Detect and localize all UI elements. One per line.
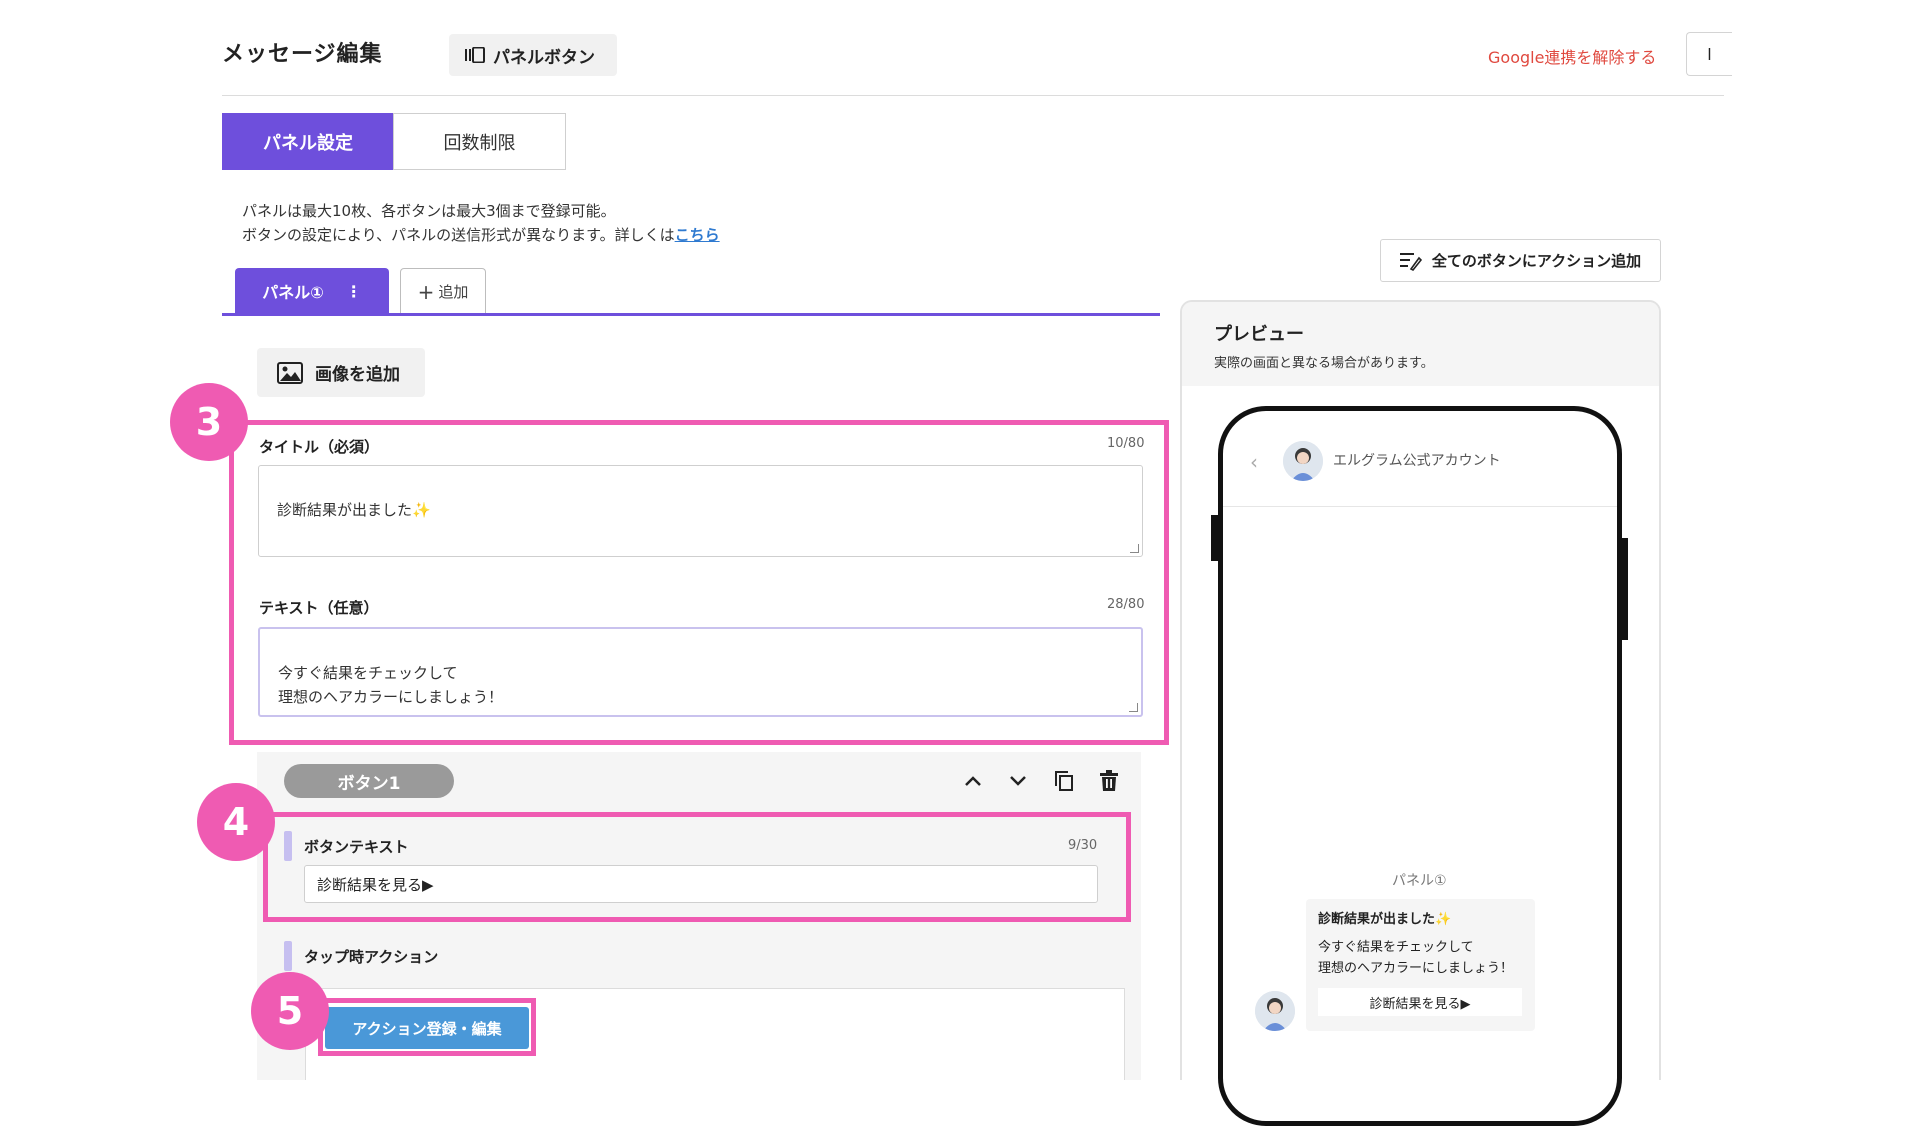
title-input-value: 診断結果が出ました (277, 501, 413, 519)
step-marker-3: 3 (170, 383, 248, 461)
step-marker-5: 5 (251, 972, 329, 1050)
text-field-counter: 28/80 (1107, 597, 1145, 612)
preview-subtitle: 実際の画面と異なる場合があります。 (1214, 356, 1434, 371)
note-line-2: ボタンの設定により、パネルの送信形式が異なります。詳しくはこちら (242, 223, 720, 247)
list-edit-icon (1399, 252, 1422, 271)
preview-bubble-text: 今すぐ結果をチェックして 理想のヘアカラーにしましょう！ (1318, 940, 1514, 976)
title-field-label: タイトル（必須） (259, 438, 380, 456)
add-panel-label: 追加 (438, 283, 469, 301)
panel-tab-label: パネル① (262, 283, 324, 302)
preview-bubble-title-text: 診断結果が出ました (1318, 912, 1436, 927)
panel-button-type-tag: パネルボタン (449, 34, 617, 76)
note-line-2-text: ボタンの設定により、パネルの送信形式が異なります。詳しくは (242, 226, 675, 244)
kebab-menu-icon[interactable]: ⋮ (346, 282, 362, 301)
sparkles-icon: ✨ (412, 501, 431, 519)
section-accent-bar (284, 831, 292, 861)
image-icon (277, 361, 303, 384)
header-action-button[interactable]: l (1686, 32, 1732, 76)
text-field-label: テキスト（任意） (259, 599, 379, 617)
message-avatar (1255, 991, 1295, 1031)
title-field-counter: 10/80 (1107, 436, 1145, 451)
action-register-button[interactable]: アクション登録・編集 (325, 1007, 529, 1049)
button-text-label: ボタンテキスト (304, 838, 409, 856)
plus-icon: + (417, 279, 435, 304)
resize-handle[interactable] (1130, 544, 1139, 553)
button-1-pill: ボタン1 (284, 764, 454, 798)
title-input[interactable]: 診断結果が出ました✨ (258, 465, 1143, 557)
preview-title: プレビュー (1214, 324, 1304, 345)
tap-action-label: タップ時アクション (304, 948, 439, 966)
header-divider (222, 95, 1724, 96)
panel-icon (465, 47, 485, 63)
tab-count-limit[interactable]: 回数制限 (393, 113, 566, 170)
sparkles-icon: ✨ (1435, 912, 1452, 927)
panel-tab-1[interactable]: パネル① ⋮ (235, 268, 389, 314)
section-accent-bar (284, 941, 292, 971)
move-down-icon[interactable] (1003, 766, 1033, 796)
preview-bubble-title: 診断結果が出ました✨ (1318, 908, 1451, 927)
account-avatar (1283, 441, 1323, 481)
google-unlink-link[interactable]: Google連携を解除する (1488, 44, 1656, 68)
text-input[interactable]: 今すぐ結果をチェックして 理想のヘアカラーにしましょう！ (258, 627, 1143, 717)
panel-tab-underline (222, 313, 1160, 316)
resize-handle[interactable] (1129, 703, 1138, 712)
move-up-icon[interactable] (958, 766, 988, 796)
phone-side-button (1211, 515, 1220, 561)
trash-icon[interactable] (1094, 766, 1124, 796)
add-action-all-buttons[interactable]: 全てのボタンにアクション追加 (1380, 239, 1661, 282)
account-name: エルグラム公式アカウント (1333, 453, 1501, 469)
step-marker-4: 4 (197, 783, 275, 861)
panel-button-type-label: パネルボタン (493, 47, 595, 68)
add-image-button[interactable]: 画像を追加 (257, 348, 425, 397)
preview-panel-label: パネル① (1392, 873, 1447, 889)
page-title: メッセージ編集 (222, 42, 383, 67)
add-action-all-label: 全てのボタンにアクション追加 (1431, 252, 1642, 270)
add-panel-button[interactable]: + 追加 (400, 268, 486, 314)
phone-side-button (1619, 538, 1628, 640)
button-text-input[interactable]: 診断結果を見る▶ (304, 865, 1098, 903)
text-input-value: 今すぐ結果をチェックして 理想のヘアカラーにしましょう！ (278, 664, 504, 706)
preview-bubble-button[interactable]: 診断結果を見る▶ (1318, 988, 1522, 1016)
panel-note: パネルは最大10枚、各ボタンは最大3個まで登録可能。 ボタンの設定により、パネル… (242, 199, 720, 247)
add-image-label: 画像を追加 (315, 365, 400, 385)
copy-icon[interactable] (1049, 766, 1079, 796)
button-text-value: 診断結果を見る▶ (317, 875, 434, 894)
chevron-left-icon: ‹ (1250, 450, 1258, 474)
button-text-counter: 9/30 (1068, 838, 1098, 853)
note-line-1: パネルは最大10枚、各ボタンは最大3個まで登録可能。 (242, 202, 616, 220)
details-link[interactable]: こちら (675, 226, 720, 244)
tab-panel-settings[interactable]: パネル設定 (222, 113, 394, 170)
